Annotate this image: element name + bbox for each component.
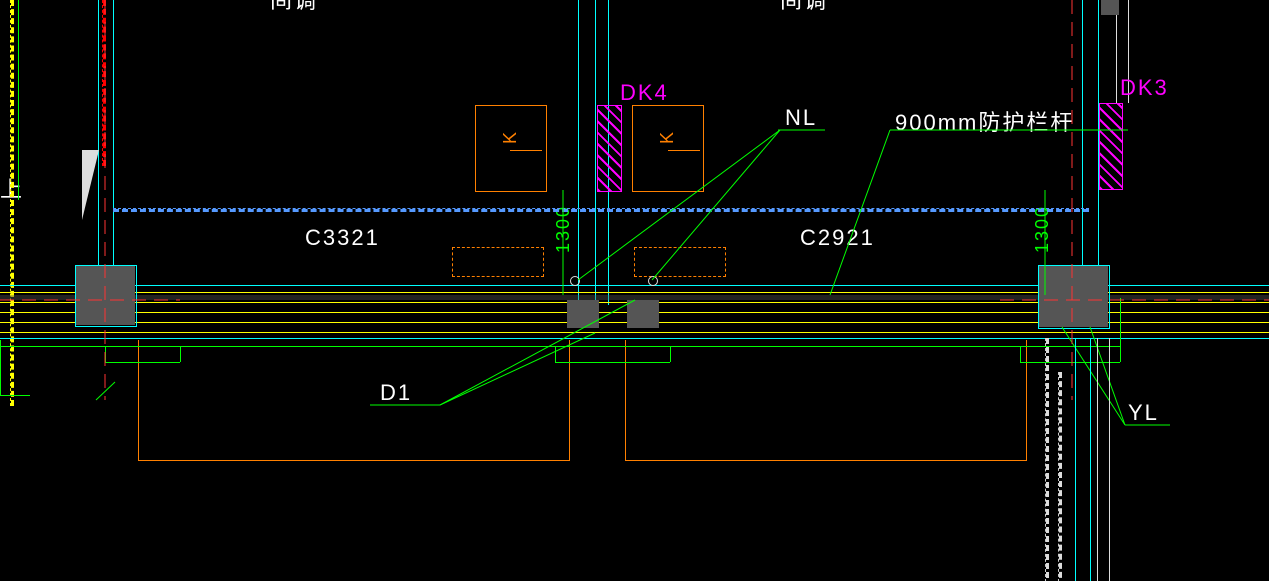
wall-line — [1097, 338, 1098, 581]
hatch-dk4 — [597, 105, 622, 192]
dot-marker — [570, 276, 580, 286]
rail-line — [0, 395, 30, 396]
column-outline — [1038, 265, 1110, 329]
label-dk3: DK3 — [1120, 75, 1169, 101]
wall-line — [113, 0, 114, 270]
centerline — [1058, 372, 1062, 581]
wall-line — [595, 0, 596, 305]
label-yl: YL — [1128, 400, 1159, 426]
wall-line — [1090, 338, 1091, 581]
rail-line — [0, 346, 1120, 347]
rail-line — [555, 346, 556, 362]
column-fill — [567, 300, 599, 328]
rail-line — [180, 346, 181, 362]
wall-line — [1116, 0, 1117, 103]
section-marker — [82, 150, 99, 220]
rail-line — [555, 362, 670, 363]
tick — [510, 150, 542, 151]
wall-line — [578, 0, 579, 305]
wall-line — [98, 0, 99, 270]
slab-right — [625, 340, 1027, 461]
label-k-left: K — [500, 130, 521, 144]
wall-line — [1075, 338, 1076, 581]
dot-marker — [648, 276, 658, 286]
hatch-dk3 — [1099, 103, 1123, 190]
beam-line — [0, 332, 1269, 333]
axis-line — [102, 0, 106, 166]
rail-line — [670, 346, 671, 362]
rail-line — [105, 346, 106, 362]
dim-1300-left: 1300 — [553, 205, 574, 253]
slab-left — [138, 340, 570, 461]
label-nl: NL — [785, 105, 817, 131]
label-k-right: K — [657, 130, 678, 144]
cad-drawing-canvas: { "labels": { "top_partial_left": "间调", … — [0, 0, 1269, 581]
wall-line — [1109, 338, 1110, 581]
label-c2921: C2921 — [800, 225, 875, 251]
column-fill — [627, 300, 659, 328]
rail-line — [105, 362, 180, 363]
wall-line — [1082, 0, 1083, 273]
label-c3321: C3321 — [305, 225, 380, 251]
center-line — [113, 208, 1089, 212]
column-fill — [1101, 0, 1119, 15]
rail-line — [1120, 298, 1121, 362]
column-outline — [75, 265, 137, 327]
label-d1: D1 — [380, 380, 412, 406]
leader-line — [18, 0, 19, 200]
centerline — [1045, 338, 1049, 581]
symbol-box-a-right — [634, 247, 726, 277]
label-top-right: 间调 — [780, 0, 828, 15]
symbol-box-k-left — [475, 105, 547, 192]
label-dk4: DK4 — [620, 80, 669, 106]
tick — [668, 150, 700, 151]
symbol-box-k-right — [632, 105, 704, 192]
rail-line — [1020, 346, 1021, 362]
dim-1300-right: 1300 — [1032, 205, 1053, 253]
rail-line — [1020, 362, 1120, 363]
beam-edge — [0, 338, 1269, 339]
rail-line — [0, 340, 1, 395]
label-guard-rail: 900mm防护栏杆 — [895, 105, 1074, 137]
label-top-left: 间调 — [270, 0, 318, 15]
symbol-box-a-left — [452, 247, 544, 277]
